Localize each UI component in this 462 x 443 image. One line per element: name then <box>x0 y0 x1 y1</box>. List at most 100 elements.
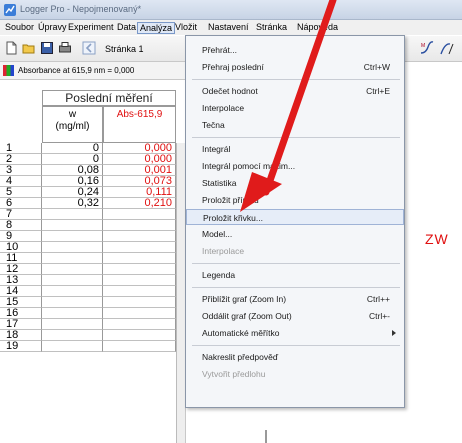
dataset-header[interactable]: Poslední měření <box>42 90 176 106</box>
cell-w[interactable] <box>42 275 103 286</box>
table-scrollbar[interactable] <box>176 143 185 443</box>
menu-separator <box>192 345 400 346</box>
submenu-arrow-icon <box>392 330 396 336</box>
curve-fit-icon[interactable]: M <box>420 41 434 55</box>
cell-w[interactable] <box>42 231 103 242</box>
menu-item[interactable]: Nakreslit předpověď <box>186 349 404 365</box>
cell-abs[interactable] <box>103 264 176 275</box>
svg-text:M: M <box>421 43 425 49</box>
menu-upravy[interactable]: Úpravy <box>36 22 69 34</box>
cell-w[interactable] <box>42 209 103 220</box>
cell-w[interactable] <box>42 220 103 231</box>
menu-item[interactable]: Odečet hodnot Ctrl+E <box>186 83 404 99</box>
graph-axis-fragment <box>265 430 267 443</box>
sensor-readout: Absorbance at 615,9 nm = 0,000 <box>18 66 135 75</box>
cell-abs[interactable] <box>103 297 176 308</box>
row-number[interactable]: 19 <box>0 341 42 352</box>
cell-w[interactable] <box>42 297 103 308</box>
menu-separator <box>192 79 400 80</box>
cell-w[interactable]: 0,32 <box>42 198 103 209</box>
menu-item[interactable]: Model... <box>186 226 404 242</box>
menu-item-label: Integrál <box>202 144 231 154</box>
new-file-icon[interactable] <box>4 41 18 55</box>
menu-item[interactable]: Automatické měřítko <box>186 325 404 341</box>
menu-item-label: Nakreslit předpověď <box>202 352 279 362</box>
menu-item-label: Interpolace <box>202 246 245 256</box>
menu-item: Interpolace <box>186 243 404 259</box>
menu-item-label: Přehraj poslední <box>202 62 264 72</box>
cell-w[interactable] <box>42 341 103 352</box>
cell-abs[interactable] <box>103 330 176 341</box>
save-icon[interactable] <box>40 41 54 55</box>
page-selector[interactable]: Stránka 1 <box>105 41 175 57</box>
menu-item[interactable]: Legenda <box>186 267 404 283</box>
cell-w[interactable] <box>42 308 103 319</box>
column-header-abs[interactable]: Abs-615,9 <box>103 106 176 143</box>
menu-stranka[interactable]: Stránka <box>254 22 289 34</box>
menu-vlozit[interactable]: Vložit <box>173 22 199 34</box>
cell-w[interactable] <box>42 330 103 341</box>
cell-w[interactable] <box>42 253 103 264</box>
menu-soubor[interactable]: Soubor <box>3 22 36 34</box>
menu-item-label: Legenda <box>202 270 236 280</box>
column-unit-w: (mg/ml) <box>55 121 90 132</box>
cell-w[interactable] <box>42 286 103 297</box>
print-icon[interactable] <box>58 41 72 55</box>
menu-item-label: Přehrát... <box>202 45 237 55</box>
cell-w[interactable] <box>42 319 103 330</box>
menu-item[interactable]: Přehraj poslední Ctrl+W <box>186 59 404 75</box>
menu-item-label: Přiblížit graf (Zoom In) <box>202 294 287 304</box>
title-bar: Logger Pro - Nepojmenovaný* <box>0 0 462 20</box>
tangent-icon[interactable] <box>440 41 454 55</box>
menu-bar: Soubor Úpravy Experiment Data Analýza Vl… <box>0 20 462 35</box>
cell-abs[interactable] <box>103 308 176 319</box>
menu-item-label: Proložit křivku... <box>203 213 263 223</box>
logger-pro-app-icon <box>4 4 16 16</box>
menu-item-shortcut: Ctrl+W <box>363 62 390 72</box>
menu-analyza[interactable]: Analýza <box>137 22 176 34</box>
menu-separator <box>192 263 400 264</box>
menu-item[interactable]: Přehrát... <box>186 42 404 58</box>
cell-abs[interactable] <box>103 275 176 286</box>
cell-abs[interactable] <box>103 220 176 231</box>
menu-item-shortcut: Ctrl+- <box>368 311 390 321</box>
menu-separator <box>192 287 400 288</box>
menu-item-label: Oddálit graf (Zoom Out) <box>202 311 292 321</box>
cell-w[interactable] <box>42 264 103 275</box>
menu-item[interactable]: Proložit přímku <box>186 192 404 208</box>
menu-item-label: Proložit přímku <box>202 195 259 205</box>
menu-item[interactable]: Proložit křivku... <box>186 209 404 225</box>
open-folder-icon[interactable] <box>22 41 36 55</box>
menu-item[interactable]: Přiblížit graf (Zoom In) Ctrl++ <box>186 291 404 307</box>
menu-item-shortcut: Ctrl++ <box>366 294 390 304</box>
status-strip: Absorbance at 615,9 nm = 0,000 <box>0 62 185 80</box>
menu-experiment[interactable]: Experiment <box>66 22 116 34</box>
menu-item[interactable]: Integrál pomocí maxim... <box>186 158 404 174</box>
cell-abs[interactable] <box>103 341 176 352</box>
cell-abs[interactable] <box>103 231 176 242</box>
column-header-w[interactable]: w (mg/ml) <box>42 106 103 143</box>
menu-item[interactable]: Integrál <box>186 141 404 157</box>
cell-w[interactable] <box>42 242 103 253</box>
cell-abs[interactable] <box>103 319 176 330</box>
cell-abs[interactable] <box>103 253 176 264</box>
menu-data[interactable]: Data <box>115 22 138 34</box>
window-title: Logger Pro - Nepojmenovaný* <box>20 4 142 14</box>
menu-item-shortcut: Ctrl+E <box>366 86 390 96</box>
cell-abs[interactable] <box>103 286 176 297</box>
page-back-icon[interactable] <box>82 41 96 55</box>
menu-nastaveni[interactable]: Nastavení <box>206 22 251 34</box>
menu-item[interactable]: Interpolace <box>186 100 404 116</box>
column-name-w: w <box>68 109 77 120</box>
menu-item-label: Model... <box>202 229 233 239</box>
menu-item-label: Tečna <box>202 120 225 130</box>
menu-item[interactable]: Tečna <box>186 117 404 133</box>
menu-item[interactable]: Oddálit graf (Zoom Out) Ctrl+- <box>186 308 404 324</box>
analyza-dropdown-menu: Přehrát... Přehraj poslední Ctrl+W Odečet h… <box>185 35 405 408</box>
cell-abs[interactable] <box>103 242 176 253</box>
menu-item[interactable]: Statistika <box>186 175 404 191</box>
menu-napoveda[interactable]: Nápověda <box>295 22 340 34</box>
menu-item: Vytvořit předlohu <box>186 366 404 382</box>
cell-abs[interactable]: 0,210 <box>103 198 176 209</box>
cell-abs[interactable] <box>103 209 176 220</box>
